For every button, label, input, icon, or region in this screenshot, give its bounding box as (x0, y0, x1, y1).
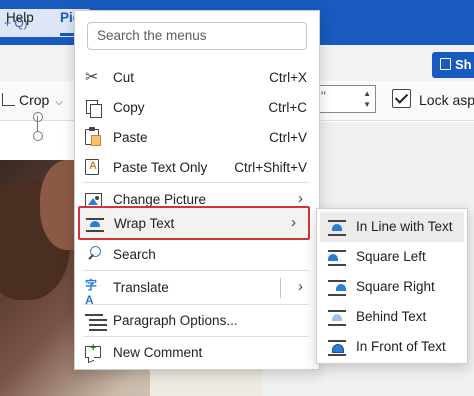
submenu-item-in-front-of-text[interactable]: In Front of Text (320, 332, 464, 362)
menu-item-copy[interactable]: Copy Ctrl+C (79, 93, 315, 123)
tab-help[interactable]: Help (6, 10, 34, 25)
menu-item-paragraph-options[interactable]: Paragraph Options... (79, 306, 315, 336)
lock-aspect-label: Lock aspe (419, 92, 474, 108)
menu-divider (83, 182, 309, 183)
rotation-handle[interactable] (33, 112, 43, 122)
chevron-right-icon: › (298, 190, 303, 207)
menu-divider (83, 304, 309, 305)
wrap-text-icon (86, 215, 104, 233)
lock-aspect-checkbox[interactable] (392, 89, 411, 108)
resize-handle-top[interactable] (33, 131, 43, 141)
submenu-item-in-line-with-text[interactable]: In Line with Text (320, 212, 464, 242)
menu-item-translate[interactable]: 字A Translate › (79, 273, 315, 307)
menu-item-cut[interactable]: ✂ Cut Ctrl+X (79, 63, 315, 93)
split-divider (280, 278, 281, 298)
copy-icon (85, 99, 103, 118)
crop-icon (2, 93, 15, 106)
share-icon (440, 58, 451, 70)
paste-icon (85, 127, 101, 146)
submenu-item-square-left[interactable]: Square Left (320, 242, 464, 272)
wrap-text-submenu: In Line with Text Square Left Square Rig… (316, 208, 468, 364)
menu-item-new-comment[interactable]: New Comment (79, 338, 315, 368)
submenu-item-square-right[interactable]: Square Right (320, 272, 464, 302)
change-picture-icon (85, 193, 102, 207)
chevron-down-icon: ⌵ (55, 97, 63, 108)
spinner-arrows-icon[interactable]: ▲ ▼ (363, 88, 371, 110)
search-icon (85, 246, 103, 264)
square-left-icon (328, 248, 346, 266)
crop-button[interactable]: Crop ⌵ (2, 92, 63, 108)
menu-item-paste[interactable]: Paste Ctrl+V (79, 123, 315, 153)
menu-divider (83, 336, 309, 337)
paragraph-icon (85, 312, 103, 330)
menu-item-wrap-text[interactable]: Wrap Text › (78, 206, 310, 240)
chevron-right-icon[interactable]: › (298, 278, 303, 295)
in-line-with-text-icon (328, 218, 346, 236)
share-button[interactable]: Sh (432, 52, 474, 78)
scissors-icon: ✂ (85, 69, 99, 86)
menu-item-paste-text-only[interactable]: Paste Text Only Ctrl+Shift+V (79, 153, 315, 183)
chevron-right-icon: › (291, 214, 296, 231)
menu-divider (83, 270, 309, 271)
square-right-icon (328, 278, 346, 296)
submenu-item-behind-text[interactable]: Behind Text (320, 302, 464, 332)
paste-text-only-icon (85, 159, 99, 175)
context-menu: Search the menus ✂ Cut Ctrl+X Copy Ctrl+… (74, 10, 320, 370)
size-spinner[interactable]: " ▲ ▼ (318, 85, 376, 113)
new-comment-icon (85, 342, 101, 358)
active-tab-indicator (60, 33, 74, 36)
translate-icon: 字A (85, 278, 98, 307)
menu-item-search[interactable]: Search (79, 240, 315, 270)
menu-search-input[interactable]: Search the menus (87, 22, 307, 50)
in-front-of-text-icon (328, 338, 346, 356)
behind-text-icon (328, 308, 346, 326)
